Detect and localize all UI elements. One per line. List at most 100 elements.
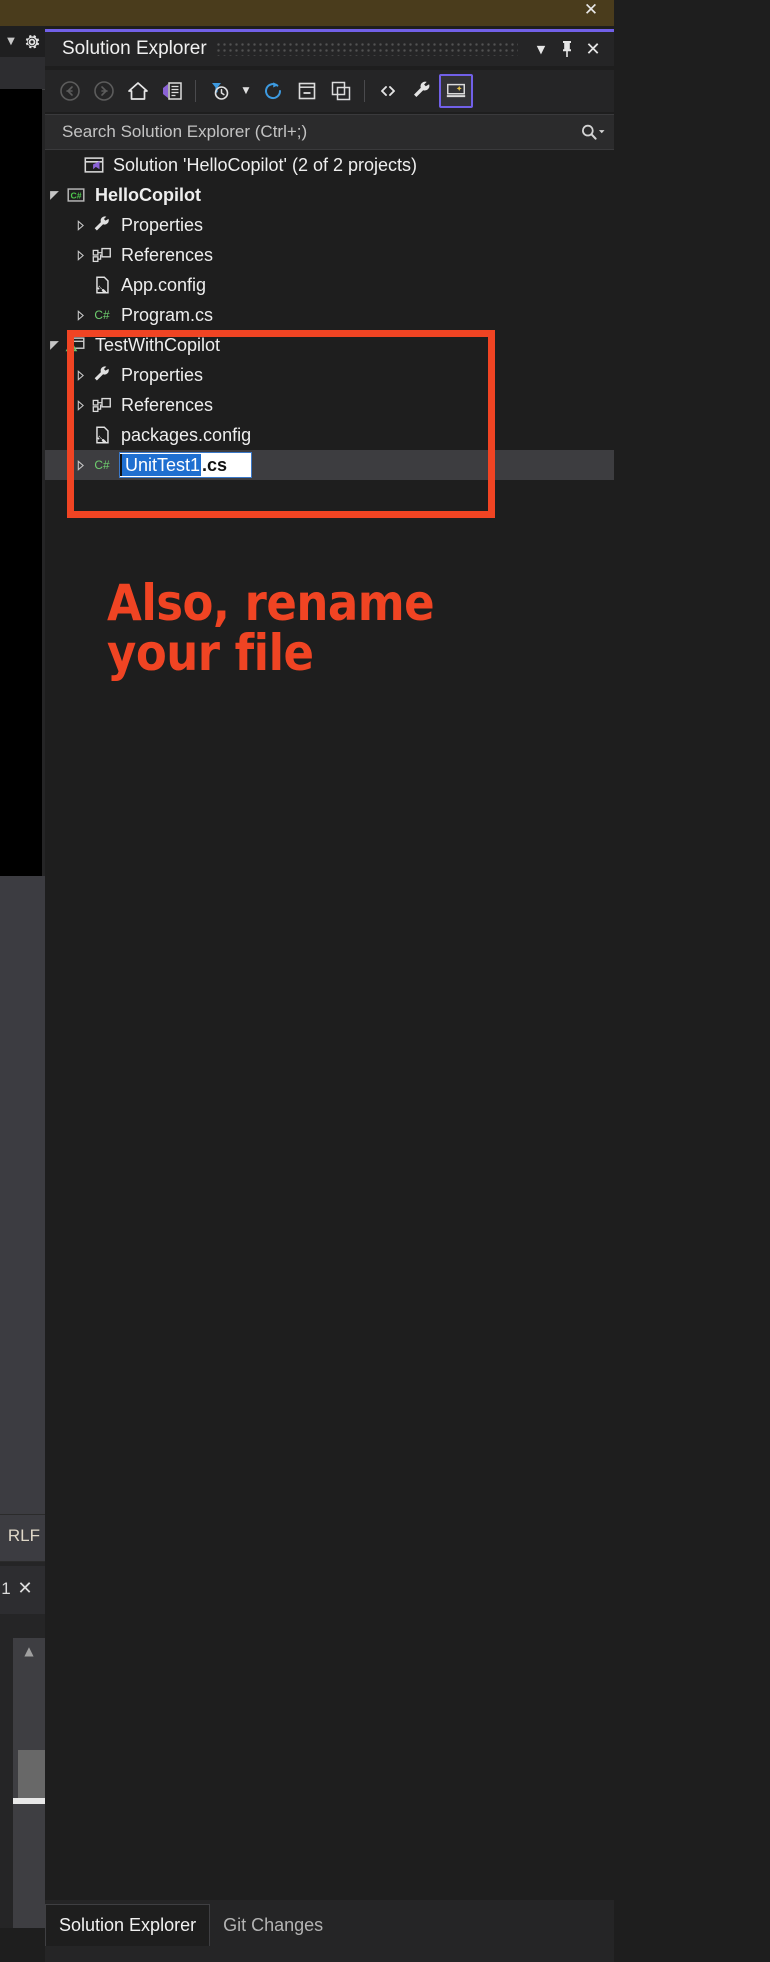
show-all-files-button[interactable] [324,74,358,108]
chevron-down-icon[interactable]: ▼ [0,35,22,49]
solution-node[interactable]: Solution 'HelloCopilot' (2 of 2 projects… [45,150,614,180]
visual-studio-shell: ✕ ▼ RLF 1 ✕ ▲ ▼ [0,0,614,1962]
search-input[interactable] [45,121,570,143]
twisty-collapsed-icon[interactable] [71,210,89,240]
csharp-project-icon: C# [63,180,89,210]
filter-dropdown-button[interactable]: ▼ [236,74,256,108]
testwithcopilot-packages-config-label: packages.config [121,424,252,445]
solution-tree[interactable]: Solution 'HelloCopilot' (2 of 2 projects… [45,150,614,1904]
svg-text:C#: C# [94,308,110,322]
vertical-scrollbar[interactable]: ▲ ▼ [13,1638,45,1954]
solution-explorer-toolbar: ▼ [45,70,614,112]
tab-solution-explorer-label: Solution Explorer [59,1915,197,1935]
preview-selected-items-button[interactable] [439,74,473,108]
editor-toolbar-fragment: ▼ [0,26,45,57]
tab-solution-explorer[interactable]: Solution Explorer [45,1904,211,1946]
gear-icon[interactable] [22,32,42,52]
solution-icon [81,150,107,180]
test-project-icon [63,330,89,360]
annotation-text: Also, rename your file [107,574,435,682]
tool-window-tabs: Solution Explorer Git Changes [45,1900,614,1962]
hellocopilot-properties-label: Properties [121,214,204,235]
scrollbar-position-marker [13,1798,45,1804]
tab-git-changes-label: Git Changes [223,1914,324,1935]
line-ending-indicator[interactable]: RLF [0,1514,45,1562]
search-icon[interactable] [570,117,614,147]
hellocopilot-app-config[interactable]: App.config [45,270,614,300]
home-button[interactable] [121,74,155,108]
project-testwithcopilot[interactable]: TestWithCopilot [45,330,614,360]
back-button[interactable] [53,74,87,108]
scroll-up-arrow-icon[interactable]: ▲ [13,1638,45,1664]
solution-node-label: Solution 'HelloCopilot' (2 of 2 projects… [113,154,418,175]
svg-text:C#: C# [94,458,110,472]
twisty-collapsed-icon[interactable] [71,240,89,270]
scrollbar-thumb[interactable] [18,1750,45,1800]
editor-left-sliver: ▼ RLF 1 ✕ ▲ ▼ [0,26,45,1962]
wrench-icon [89,210,115,240]
svg-text:C#: C# [70,190,81,200]
solution-overview-button[interactable] [155,74,189,108]
toolbar-separator [364,80,365,102]
forward-button[interactable] [87,74,121,108]
pin-icon[interactable] [554,35,580,63]
csharp-file-icon: C# [89,450,115,480]
solution-explorer-window: Solution Explorer ▼ ✕ ▼ Search Solution … [45,26,614,1962]
project-hellocopilot-label: HelloCopilot [95,184,201,205]
annotation-line-2: your file [107,624,314,682]
pane-number-label: 1 [1,1579,11,1598]
hellocopilot-program-cs[interactable]: C# Program.cs [45,300,614,330]
config-file-icon [89,420,115,450]
editor-top-strip: ✕ [0,0,614,26]
hellocopilot-references-label: References [121,244,214,265]
toolbar-separator [195,80,196,102]
close-icon[interactable]: ✕ [14,1578,36,1600]
page-title: Solution Explorer [62,38,207,59]
page-background-filler [614,0,770,1962]
view-code-button[interactable] [371,74,405,108]
close-icon[interactable]: ✕ [580,35,606,63]
twisty-collapsed-icon[interactable] [71,390,89,420]
pending-changes-filter-button[interactable] [202,74,236,108]
testwithcopilot-references[interactable]: References [45,390,614,420]
references-icon [89,240,115,270]
testwithcopilot-references-label: References [121,394,214,415]
testwithcopilot-packages-config[interactable]: packages.config [45,420,614,450]
twisty-collapsed-icon[interactable] [71,300,89,330]
twisty-none [71,420,89,450]
twisty-expanded-icon[interactable] [45,180,63,210]
twisty-collapsed-icon[interactable] [71,360,89,390]
hellocopilot-references[interactable]: References [45,240,614,270]
annotation-line-1: Also, rename [107,574,435,632]
collapse-all-button[interactable] [290,74,324,108]
titlebar-drag-grip[interactable] [216,42,518,56]
close-icon[interactable]: ✕ [582,1,600,19]
references-icon [89,390,115,420]
twisty-collapsed-icon[interactable] [71,450,89,480]
editor-bottom-fragment [0,1928,45,1962]
project-hellocopilot[interactable]: C# HelloCopilot [45,180,614,210]
rename-row-unittest1[interactable]: C# UnitTest1 .cs [45,450,614,480]
tab-git-changes[interactable]: Git Changes [210,1904,336,1946]
editor-tab-strip-fragment [0,57,45,90]
rename-input[interactable]: UnitTest1 .cs [119,452,253,478]
twisty-expanded-icon[interactable] [45,330,63,360]
twisty-none [71,270,89,300]
hellocopilot-properties[interactable]: Properties [45,210,614,240]
editor-status-fragment [0,1208,45,1525]
refresh-button[interactable] [256,74,290,108]
testwithcopilot-properties-label: Properties [121,364,204,385]
testwithcopilot-properties[interactable]: Properties [45,360,614,390]
config-file-icon [89,270,115,300]
editor-lower-fragment [0,876,45,1208]
pane-header-fragment: 1 ✕ [0,1566,45,1614]
csharp-file-icon: C# [89,300,115,330]
chevron-down-icon[interactable]: ▼ [528,35,554,63]
properties-button[interactable] [405,74,439,108]
editor-canvas-fragment [0,89,42,876]
line-ending-label: RLF [7,1526,40,1545]
wrench-icon [89,360,115,390]
rename-selected-text: UnitTest1 [120,454,202,476]
rename-extension-text: .cs [202,455,228,475]
tool-window-titlebar: Solution Explorer ▼ ✕ [45,32,614,66]
